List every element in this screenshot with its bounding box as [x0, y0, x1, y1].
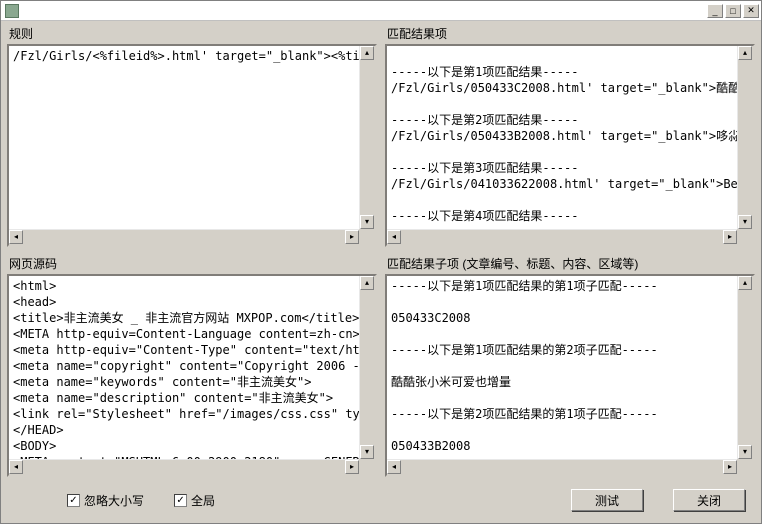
- subitems-text: -----以下是第1项匹配结果的第1项子匹配----- 050433C2008 …: [387, 276, 737, 459]
- ignore-case-checkbox[interactable]: ✓ 忽略大小写: [67, 492, 144, 509]
- titlebar: _ □ ✕: [1, 1, 761, 21]
- rules-textbox[interactable]: /Fzl/Girls/<%fileid%>.html' target="_bla…: [7, 44, 377, 247]
- scrollbar-vertical[interactable]: ▴▾: [737, 276, 753, 459]
- close-window-button[interactable]: ✕: [743, 4, 759, 18]
- rules-text: /Fzl/Girls/<%fileid%>.html' target="_bla…: [9, 46, 359, 229]
- source-textbox[interactable]: <html> <head> <title>非主流美女 _ 非主流官方网站 MXP…: [7, 274, 377, 477]
- global-checkbox[interactable]: ✓ 全局: [174, 492, 215, 509]
- source-text: <html> <head> <title>非主流美女 _ 非主流官方网站 MXP…: [9, 276, 359, 459]
- scrollbar-vertical[interactable]: ▴▾: [359, 46, 375, 229]
- window-controls: _ □ ✕: [707, 4, 759, 18]
- subitems-textbox[interactable]: -----以下是第1项匹配结果的第1项子匹配----- 050433C2008 …: [385, 274, 755, 477]
- global-label: 全局: [191, 492, 215, 509]
- scrollbar-horizontal[interactable]: ◂▸: [9, 229, 359, 245]
- test-button[interactable]: 测试: [571, 489, 643, 511]
- rules-label: 规则: [7, 25, 377, 42]
- splitter-horizontal[interactable]: [7, 247, 755, 255]
- checkbox-icon: ✓: [174, 494, 187, 507]
- matches-label: 匹配结果项: [385, 25, 755, 42]
- content-area: 规则 /Fzl/Girls/<%fileid%>.html' target="_…: [1, 21, 761, 523]
- checkbox-icon: ✓: [67, 494, 80, 507]
- minimize-button[interactable]: _: [707, 4, 723, 18]
- matches-text: -----以下是第1项匹配结果----- /Fzl/Girls/050433C2…: [387, 46, 737, 229]
- scrollbar-horizontal[interactable]: ◂▸: [9, 459, 359, 475]
- splitter-vertical[interactable]: [377, 25, 385, 247]
- rules-panel: 规则 /Fzl/Girls/<%fileid%>.html' target="_…: [7, 25, 377, 247]
- close-button[interactable]: 关闭: [673, 489, 745, 511]
- app-icon: [5, 4, 19, 18]
- main-window: _ □ ✕ 规则 /Fzl/Girls/<%fileid%>.html' tar…: [0, 0, 762, 524]
- source-label: 网页源码: [7, 255, 377, 272]
- scrollbar-vertical[interactable]: ▴▾: [737, 46, 753, 229]
- maximize-button[interactable]: □: [725, 4, 741, 18]
- ignore-case-label: 忽略大小写: [84, 492, 144, 509]
- bottom-bar: ✓ 忽略大小写 ✓ 全局 测试 关闭: [7, 477, 755, 517]
- scrollbar-horizontal[interactable]: ◂▸: [387, 459, 737, 475]
- splitter-vertical[interactable]: [377, 255, 385, 477]
- subitems-panel: 匹配结果子项 (文章编号、标题、内容、区域等) -----以下是第1项匹配结果的…: [385, 255, 755, 477]
- scrollbar-vertical[interactable]: ▴▾: [359, 276, 375, 459]
- matches-textbox[interactable]: -----以下是第1项匹配结果----- /Fzl/Girls/050433C2…: [385, 44, 755, 247]
- matches-panel: 匹配结果项 -----以下是第1项匹配结果----- /Fzl/Girls/05…: [385, 25, 755, 247]
- scrollbar-horizontal[interactable]: ◂▸: [387, 229, 737, 245]
- source-panel: 网页源码 <html> <head> <title>非主流美女 _ 非主流官方网…: [7, 255, 377, 477]
- subitems-label: 匹配结果子项 (文章编号、标题、内容、区域等): [385, 255, 755, 272]
